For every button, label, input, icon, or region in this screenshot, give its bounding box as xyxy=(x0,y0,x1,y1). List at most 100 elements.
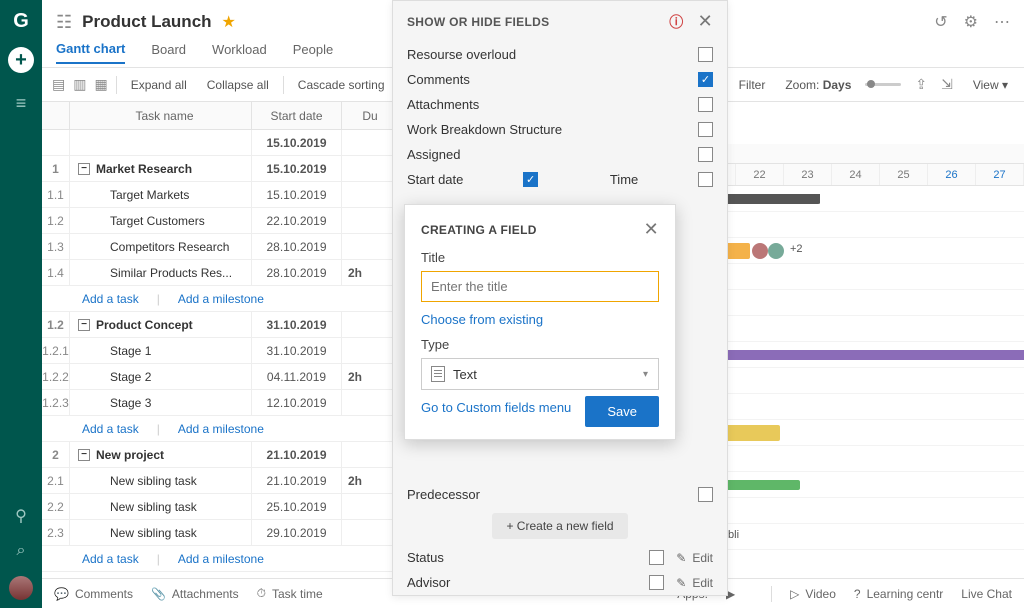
footer-video[interactable]: ▷Video xyxy=(790,587,836,601)
table-row[interactable]: 1.2.1Stage 131.10.2019 xyxy=(42,338,399,364)
tool-option1-icon[interactable]: ▤ xyxy=(52,76,65,93)
tab-people[interactable]: People xyxy=(293,42,333,63)
pencil-icon: ✎ xyxy=(676,576,686,590)
checkbox[interactable] xyxy=(698,172,713,187)
field-title-input[interactable] xyxy=(421,271,659,302)
create-new-field-button[interactable]: + Create a new field xyxy=(492,513,627,539)
user-avatar[interactable] xyxy=(9,576,33,600)
col-duration: Du xyxy=(342,102,399,129)
checkbox[interactable] xyxy=(698,47,713,62)
zoom-label: Zoom: Days xyxy=(785,78,851,92)
field-label: Assigned xyxy=(407,147,460,162)
help-icon[interactable]: ⓘ xyxy=(669,12,683,32)
day-cell[interactable]: 25 xyxy=(880,164,928,185)
edit-field-link[interactable]: ✎Edit xyxy=(676,551,713,565)
footer-comments[interactable]: 💬Comments xyxy=(54,587,133,601)
task-grid: Task name Start date Du 15.10.2019 1 −Ma… xyxy=(42,102,400,608)
checkbox[interactable] xyxy=(698,147,713,162)
view-button[interactable]: View ▾ xyxy=(967,75,1014,95)
table-row[interactable]: 1.2Target Customers22.10.2019 xyxy=(42,208,399,234)
notification-icon[interactable]: ⚲ xyxy=(15,506,27,526)
table-row[interactable]: 1.1Target Markets15.10.2019 xyxy=(42,182,399,208)
close-icon[interactable]: ✕ xyxy=(644,219,659,240)
tool-option2-icon[interactable]: ▥ xyxy=(73,76,86,93)
footer-livechat[interactable]: Live Chat xyxy=(961,587,1012,601)
import-icon[interactable]: ⇲ xyxy=(941,76,953,93)
add-task-link[interactable]: Add a task xyxy=(82,292,139,306)
table-row[interactable]: 1 −Market Research 15.10.2019 xyxy=(42,156,399,182)
creating-field-modal: CREATING A FIELD ✕ Title Choose from exi… xyxy=(404,204,676,440)
day-cell[interactable]: 23 xyxy=(784,164,832,185)
tab-board[interactable]: Board xyxy=(151,42,186,63)
more-icon[interactable]: ⋯ xyxy=(994,12,1010,32)
field-label: Work Breakdown Structure xyxy=(407,122,562,137)
filter-button[interactable]: Filter xyxy=(733,75,772,95)
field-label: Comments xyxy=(407,72,470,87)
table-row[interactable]: 2.2New sibling task25.10.2019 xyxy=(42,494,399,520)
panel-title: SHOW OR HIDE FIELDS xyxy=(407,15,549,29)
table-row[interactable]: 2 −New project 21.10.2019 xyxy=(42,442,399,468)
checkbox[interactable]: ✓ xyxy=(698,72,713,87)
field-label: Predecessor xyxy=(407,487,480,502)
col-taskname: Task name xyxy=(78,109,251,123)
add-milestone-link[interactable]: Add a milestone xyxy=(178,292,264,306)
field-label: Attachments xyxy=(407,97,479,112)
day-cell[interactable]: 24 xyxy=(832,164,880,185)
table-row[interactable]: 2.3New sibling task29.10.2019 xyxy=(42,520,399,546)
choose-existing-link[interactable]: Choose from existing xyxy=(421,312,543,327)
field-label: Resourse overloud xyxy=(407,47,516,62)
checkbox[interactable]: ✓ xyxy=(523,172,538,187)
day-cell[interactable]: 27 xyxy=(976,164,1024,185)
field-label: Time xyxy=(610,172,638,187)
create-button[interactable]: + xyxy=(8,47,34,73)
field-label: Advisor xyxy=(407,575,450,590)
footer-learning[interactable]: ?Learning centr xyxy=(854,587,943,601)
history-icon[interactable]: ↺ xyxy=(934,12,947,32)
collapse-all-button[interactable]: Collapse all xyxy=(201,75,275,95)
footer-attachments[interactable]: 📎Attachments xyxy=(151,587,239,601)
text-type-icon xyxy=(431,366,445,382)
close-icon[interactable]: ✕ xyxy=(698,11,713,32)
pencil-icon: ✎ xyxy=(676,551,686,565)
add-milestone-link[interactable]: Add a milestone xyxy=(178,552,264,566)
help-icon: ? xyxy=(854,587,861,601)
add-task-link[interactable]: Add a task xyxy=(82,422,139,436)
cascade-sorting-button[interactable]: Cascade sorting xyxy=(292,75,391,95)
favorite-star-icon[interactable]: ★ xyxy=(222,12,236,32)
table-row[interactable]: 1.4Similar Products Res...28.10.20192h xyxy=(42,260,399,286)
app-logo: G xyxy=(13,10,29,33)
collapse-icon[interactable]: − xyxy=(78,163,90,175)
settings-icon[interactable]: ⚙ xyxy=(964,12,978,32)
table-row[interactable]: 2.1New sibling task21.10.20192h xyxy=(42,468,399,494)
checkbox[interactable] xyxy=(649,550,664,565)
day-cell[interactable]: 22 xyxy=(736,164,784,185)
table-row[interactable]: 1.2 −Product Concept 31.10.2019 xyxy=(42,312,399,338)
search-icon[interactable]: ⌕ xyxy=(17,542,26,560)
tab-gantt[interactable]: Gantt chart xyxy=(56,41,125,64)
checkbox[interactable] xyxy=(698,487,713,502)
add-milestone-link[interactable]: Add a milestone xyxy=(178,422,264,436)
collapse-icon[interactable]: − xyxy=(78,449,90,461)
collapse-icon[interactable]: − xyxy=(78,319,90,331)
type-select[interactable]: Text xyxy=(421,358,659,390)
add-task-link[interactable]: Add a task xyxy=(82,552,139,566)
gantt-icon: ☷ xyxy=(56,12,72,33)
expand-all-button[interactable]: Expand all xyxy=(125,75,193,95)
edit-field-link[interactable]: ✎Edit xyxy=(676,576,713,590)
custom-fields-link[interactable]: Go to Custom fields menu xyxy=(421,400,571,415)
checkbox[interactable] xyxy=(698,97,713,112)
export-icon[interactable]: ⇪ xyxy=(915,76,927,93)
save-button[interactable]: Save xyxy=(585,396,659,427)
table-row[interactable]: 1.3Competitors Research28.10.2019 xyxy=(42,234,399,260)
zoom-slider[interactable] xyxy=(865,83,901,86)
menu-icon[interactable]: ≡ xyxy=(16,93,27,114)
checkbox[interactable] xyxy=(649,575,664,590)
tool-option3-icon[interactable]: ▦ xyxy=(94,76,107,93)
assignee-avatar xyxy=(768,243,784,259)
footer-tasktime[interactable]: ⏱Task time xyxy=(257,586,323,601)
table-row[interactable]: 1.2.3Stage 312.10.2019 xyxy=(42,390,399,416)
checkbox[interactable] xyxy=(698,122,713,137)
tab-workload[interactable]: Workload xyxy=(212,42,267,63)
day-cell[interactable]: 26 xyxy=(928,164,976,185)
table-row[interactable]: 1.2.2Stage 204.11.20192h xyxy=(42,364,399,390)
